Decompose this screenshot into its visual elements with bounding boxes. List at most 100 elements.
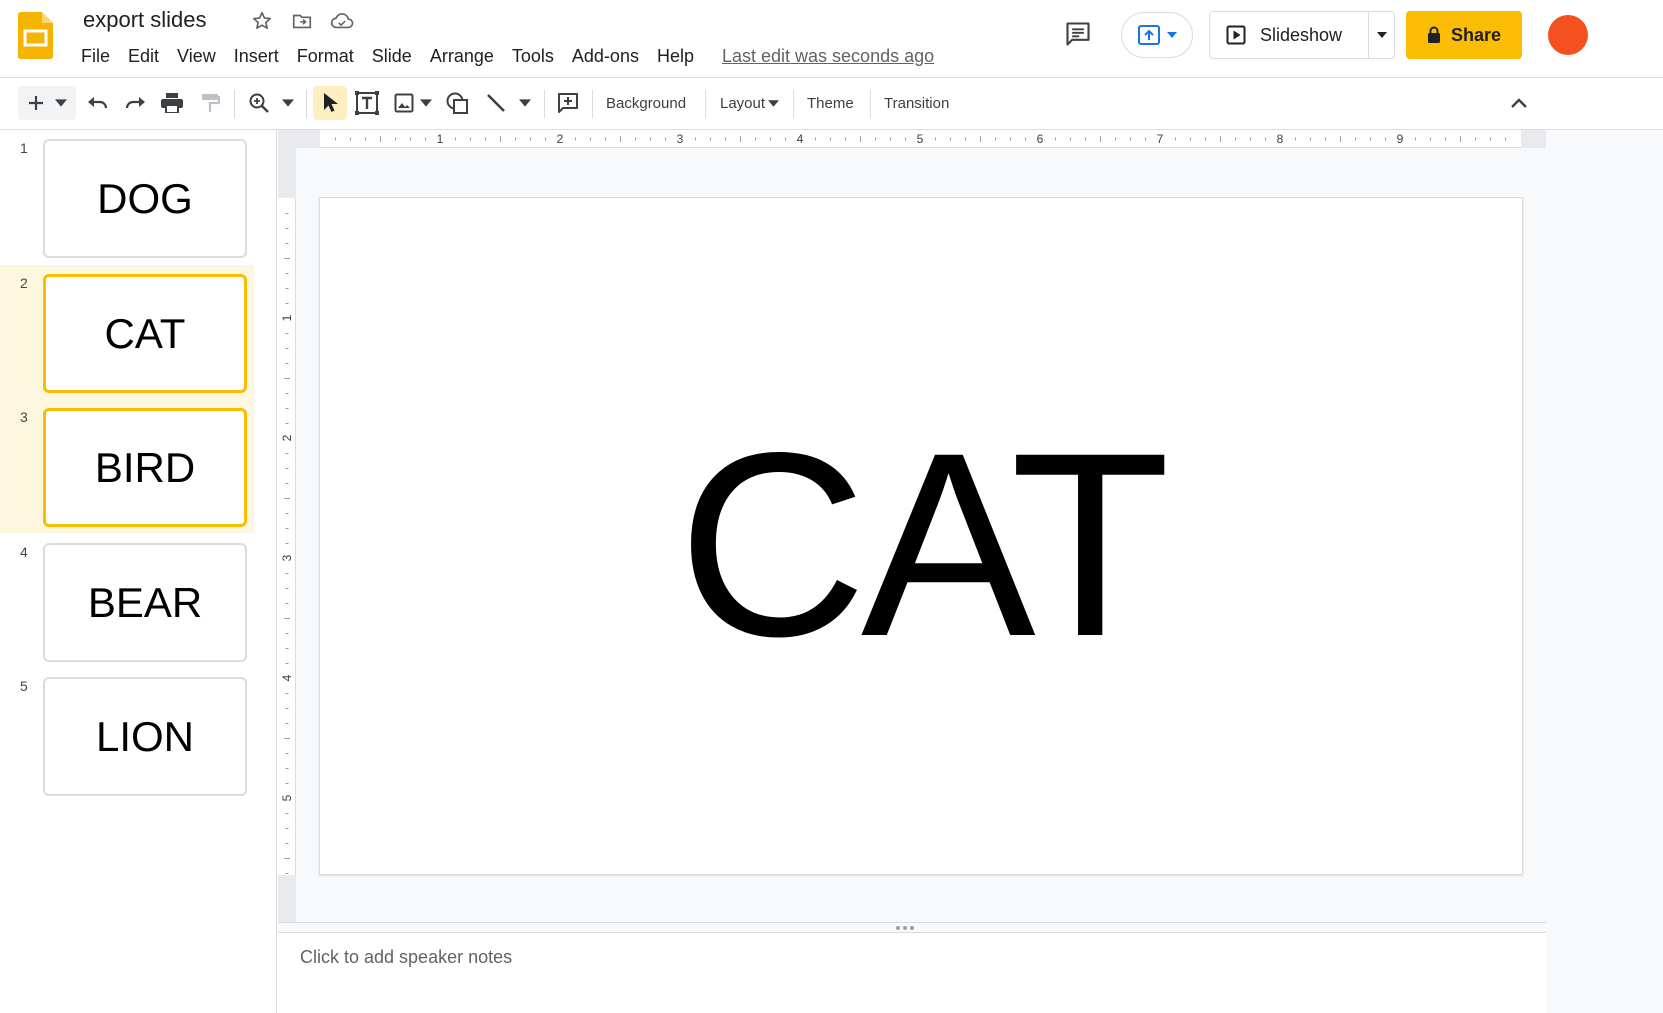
avatar[interactable]	[1548, 15, 1588, 55]
slide-number: 1	[20, 140, 28, 156]
shape-icon	[446, 92, 468, 114]
redo-icon	[125, 97, 145, 109]
filmstrip-slide-2[interactable]: 2 CAT	[0, 265, 254, 399]
ruler-label: 4	[280, 674, 294, 681]
filmstrip-slide-3[interactable]: 3 BIRD	[0, 399, 254, 533]
menu-file[interactable]: File	[72, 44, 119, 69]
toolbar-divider	[306, 90, 307, 118]
chevron-down-icon	[519, 99, 531, 107]
slide-number: 4	[20, 544, 28, 560]
zoom-button[interactable]	[244, 86, 298, 120]
slide-number: 3	[20, 409, 28, 425]
line-icon	[487, 94, 505, 112]
slideshow-button[interactable]: Slideshow	[1209, 11, 1369, 59]
insert-image-button[interactable]	[392, 86, 434, 120]
menu-format[interactable]: Format	[288, 44, 363, 69]
theme-button[interactable]: Theme	[801, 86, 860, 120]
slide-number: 5	[20, 678, 28, 694]
ruler-label: 1	[437, 132, 444, 146]
ruler-label: 6	[1037, 132, 1044, 146]
document-title[interactable]: export slides	[83, 7, 207, 33]
select-tool-button[interactable]	[313, 86, 347, 120]
paint-format-button[interactable]	[196, 86, 224, 120]
toolbar: Background Layout Theme Transition	[0, 78, 1663, 130]
slide-canvas[interactable]: CAT	[319, 197, 1523, 875]
slide-editor: 1 2 3 4 5 6 7 8 9 1 2 3 4 5 CAT Click to add speaker …	[278, 130, 1663, 1013]
share-button[interactable]: Share	[1406, 11, 1522, 59]
menu-arrange[interactable]: Arrange	[421, 44, 503, 69]
chevron-down-icon	[282, 99, 294, 107]
undo-icon	[88, 97, 108, 109]
ruler-label: 2	[280, 434, 294, 441]
comment-icon	[1066, 22, 1090, 46]
text-box-button[interactable]	[352, 86, 382, 120]
present-to-meeting-button[interactable]	[1121, 12, 1193, 58]
transition-button[interactable]: Transition	[878, 86, 955, 120]
slides-logo-icon[interactable]	[18, 12, 53, 59]
slide-thumbnail-selected[interactable]: BIRD	[43, 408, 247, 527]
menu-help[interactable]: Help	[648, 44, 703, 69]
background-button[interactable]: Background	[600, 86, 692, 120]
move-to-folder-icon[interactable]	[290, 9, 314, 33]
comment-history-button[interactable]	[1062, 18, 1094, 50]
ruler-label: 2	[557, 132, 564, 146]
ruler-label: 3	[280, 554, 294, 561]
drag-handle-icon	[896, 926, 914, 930]
text-box-icon	[355, 91, 379, 115]
menu-bar: File Edit View Insert Format Slide Arran…	[72, 44, 934, 69]
menu-tools[interactable]: Tools	[503, 44, 563, 69]
add-comment-icon	[558, 93, 578, 113]
collapse-toolbar-button[interactable]	[1505, 86, 1533, 120]
notes-resize-handle[interactable]	[278, 922, 1546, 932]
print-icon	[161, 93, 183, 113]
menu-slide[interactable]: Slide	[363, 44, 421, 69]
ruler-label: 5	[280, 794, 294, 801]
undo-button[interactable]	[84, 86, 112, 120]
slide-thumbnail[interactable]: BEAR	[43, 543, 247, 662]
header: export slides File Edit View Insert Form…	[0, 0, 1663, 78]
menu-add-ons[interactable]: Add-ons	[563, 44, 648, 69]
new-slide-button[interactable]	[18, 86, 76, 120]
filmstrip-slide-5[interactable]: 5 LION	[0, 668, 254, 802]
slide-thumbnail[interactable]: LION	[43, 677, 247, 796]
toolbar-divider	[544, 90, 545, 118]
print-button[interactable]	[158, 86, 186, 120]
shape-button[interactable]	[443, 86, 471, 120]
layout-label: Layout	[720, 94, 766, 112]
chevron-down-icon	[420, 99, 432, 107]
slideshow-dropdown-button[interactable]	[1368, 11, 1395, 59]
speaker-notes[interactable]: Click to add speaker notes	[278, 932, 1546, 1013]
slide-number: 2	[20, 275, 28, 291]
zoom-icon	[249, 93, 269, 113]
cloud-saved-icon[interactable]	[330, 9, 354, 33]
title-icons	[250, 9, 354, 33]
slide-filmstrip: 1 DOG 2 CAT 3 BIRD 4 BEAR 5 LION	[0, 130, 277, 1013]
add-comment-button[interactable]	[554, 86, 582, 120]
ruler-label: 1	[280, 314, 294, 321]
menu-edit[interactable]: Edit	[119, 44, 168, 69]
menu-view[interactable]: View	[168, 44, 225, 69]
slide-title-text[interactable]: CAT	[320, 198, 1522, 874]
select-cursor-icon	[324, 93, 338, 112]
slide-thumbnail[interactable]: DOG	[43, 139, 247, 258]
line-button[interactable]	[482, 86, 534, 120]
slides-app: export slides File Edit View Insert Form…	[0, 0, 1663, 1013]
ruler-label: 7	[1157, 132, 1164, 146]
slide-thumbnail-selected[interactable]: CAT	[43, 274, 247, 393]
toolbar-divider	[870, 90, 871, 118]
ruler-label: 5	[917, 132, 924, 146]
chevron-down-icon	[1376, 32, 1387, 38]
ruler-label: 3	[677, 132, 684, 146]
toolbar-divider	[793, 90, 794, 118]
layout-button[interactable]: Layout	[714, 86, 785, 120]
redo-button[interactable]	[121, 86, 149, 120]
speaker-notes-placeholder: Click to add speaker notes	[300, 947, 513, 967]
filmstrip-slide-4[interactable]: 4 BEAR	[0, 534, 254, 668]
filmstrip-slide-1[interactable]: 1 DOG	[0, 130, 254, 264]
toolbar-divider	[234, 90, 235, 118]
slideshow-label: Slideshow	[1260, 24, 1343, 45]
ruler-label: 4	[797, 132, 804, 146]
star-icon[interactable]	[250, 9, 274, 33]
menu-insert[interactable]: Insert	[225, 44, 288, 69]
last-edit-link[interactable]: Last edit was seconds ago	[722, 46, 934, 67]
